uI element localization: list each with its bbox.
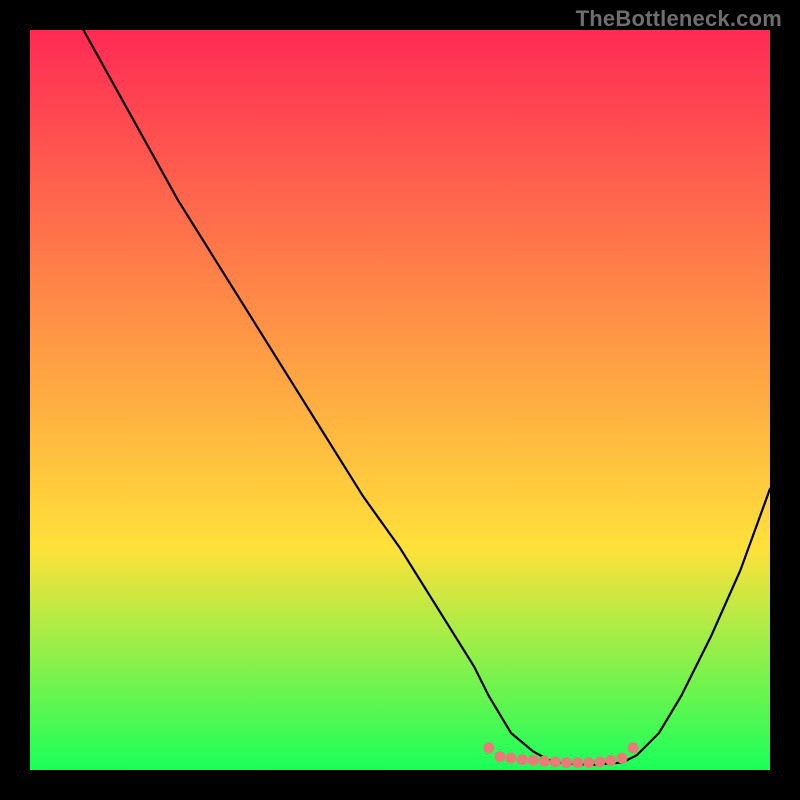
highlight-dot: [572, 757, 583, 768]
highlight-dot: [594, 756, 605, 767]
highlight-dot: [517, 754, 528, 765]
watermark-text: TheBottleneck.com: [576, 6, 782, 32]
highlight-dot: [494, 751, 505, 762]
highlight-dot: [506, 753, 517, 764]
highlight-dot: [561, 757, 572, 768]
chart-plot-area: [30, 30, 770, 770]
highlight-dot: [617, 753, 628, 764]
highlight-dot: [583, 757, 594, 768]
highlight-dot: [539, 756, 550, 767]
chart-frame: TheBottleneck.com: [0, 0, 800, 800]
chart-background-gradient: [30, 30, 770, 770]
chart-svg: [30, 30, 770, 770]
highlight-dot: [483, 742, 494, 753]
highlight-dot: [528, 755, 539, 766]
highlight-dot: [605, 755, 616, 766]
highlight-dot: [550, 756, 561, 767]
highlight-dot: [628, 742, 639, 753]
